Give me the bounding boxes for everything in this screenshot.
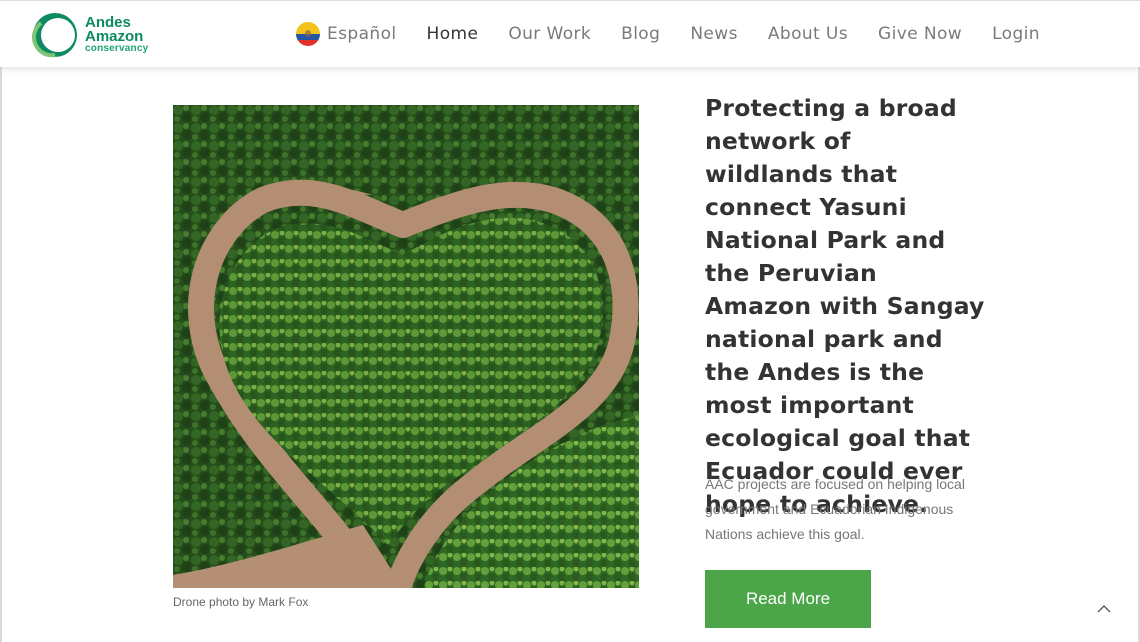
- main-nav: Español Home Our Work Blog News About Us…: [296, 19, 1070, 49]
- heart-river-image: [173, 105, 639, 588]
- logo-text: Andes Amazon conservancy: [85, 15, 149, 54]
- chevron-up-icon[interactable]: [1095, 600, 1113, 618]
- headline: Protecting a broad network of wildlands …: [705, 94, 985, 518]
- ecuador-flag-icon: [296, 22, 320, 46]
- photo-caption: Drone photo by Mark Fox: [173, 595, 309, 609]
- nav-item-about-us[interactable]: About Us: [768, 24, 848, 44]
- nav-item-home[interactable]: Home: [427, 24, 479, 44]
- site-logo[interactable]: Andes Amazon conservancy: [31, 11, 161, 59]
- nav-item-blog[interactable]: Blog: [621, 24, 660, 44]
- nav-item-our-work[interactable]: Our Work: [508, 24, 591, 44]
- nav-item-news[interactable]: News: [690, 24, 738, 44]
- logo-mark-icon: [32, 13, 77, 58]
- nav-item-give-now[interactable]: Give Now: [878, 24, 962, 44]
- logo-line-2: Amazon: [85, 28, 144, 45]
- body-text: AAC projects are focused on helping loca…: [705, 476, 965, 542]
- language-label: Español: [327, 24, 397, 44]
- nav-item-login[interactable]: Login: [992, 24, 1040, 44]
- read-more-button[interactable]: Read More: [705, 570, 871, 628]
- site-header: Andes Amazon conservancy Español Home Ou…: [0, 0, 1140, 67]
- language-switch[interactable]: Español: [296, 22, 397, 46]
- drone-photo: [173, 105, 639, 588]
- logo-line-3: conservancy: [85, 43, 149, 54]
